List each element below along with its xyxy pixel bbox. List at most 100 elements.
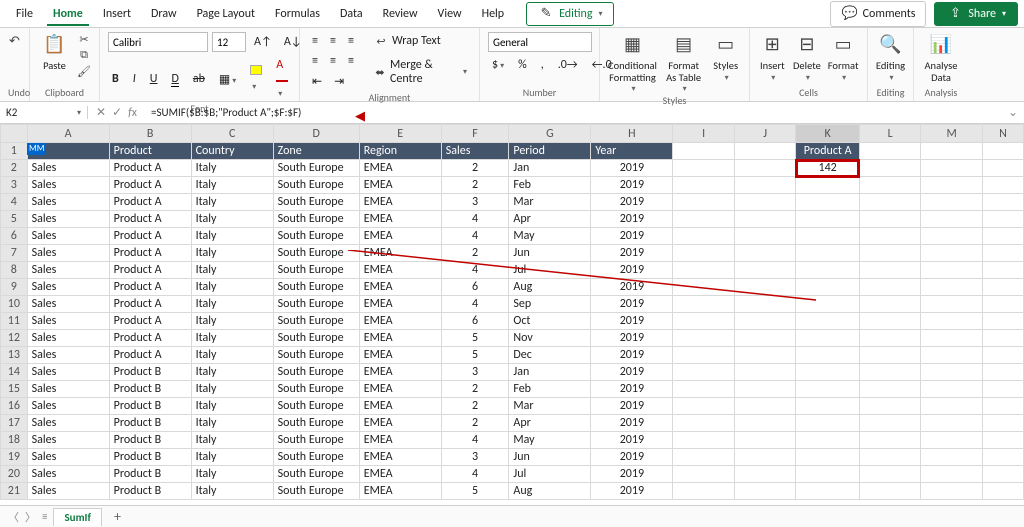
cell[interactable] — [921, 296, 983, 313]
row-header[interactable]: 7 — [1, 245, 28, 262]
cell[interactable] — [921, 483, 983, 500]
cell[interactable]: Period — [509, 143, 591, 160]
table-row[interactable]: 12SalesProduct AItalySouth EuropeEMEA5No… — [1, 330, 1024, 347]
cell[interactable] — [796, 381, 860, 398]
tab-home[interactable]: Home — [43, 3, 93, 25]
cell[interactable] — [982, 296, 1023, 313]
font-color-button[interactable]: A▾ — [272, 56, 292, 102]
cell[interactable]: Italy — [191, 415, 273, 432]
tab-page-layout[interactable]: Page Layout — [187, 3, 265, 25]
cell[interactable]: 3 — [441, 449, 509, 466]
cell[interactable]: EMEA — [359, 330, 441, 347]
cell[interactable] — [859, 143, 921, 160]
cell[interactable] — [673, 262, 735, 279]
cell[interactable]: Sales — [27, 398, 109, 415]
row-header[interactable]: 3 — [1, 177, 28, 194]
cell[interactable]: South Europe — [273, 432, 359, 449]
cell[interactable]: EMEA — [359, 262, 441, 279]
increase-decimal-icon[interactable]: .0→ — [554, 56, 582, 74]
cell[interactable]: 2019 — [591, 228, 673, 245]
decrease-indent-icon[interactable]: ⇤ — [308, 72, 326, 91]
cell[interactable] — [734, 415, 796, 432]
cell[interactable]: Product B — [109, 432, 191, 449]
cell[interactable]: Sales — [27, 160, 109, 177]
cell[interactable] — [673, 415, 735, 432]
copy-icon[interactable]: ⧉ — [77, 48, 91, 62]
cell[interactable]: Jan — [509, 364, 591, 381]
cell[interactable] — [921, 177, 983, 194]
cell[interactable]: Italy — [191, 398, 273, 415]
row-header[interactable]: 16 — [1, 398, 28, 415]
cell[interactable]: Mar — [509, 194, 591, 211]
cell[interactable] — [921, 160, 983, 177]
cell[interactable] — [673, 449, 735, 466]
cell[interactable] — [859, 194, 921, 211]
add-sheet-icon[interactable]: + — [108, 508, 127, 525]
cell[interactable] — [982, 483, 1023, 500]
cell[interactable] — [859, 398, 921, 415]
cell[interactable] — [982, 449, 1023, 466]
conditional-formatting-button[interactable]: ▦ Conditional Formatting▾ — [608, 32, 657, 94]
cell[interactable]: 6 — [441, 313, 509, 330]
cell[interactable]: 2019 — [591, 279, 673, 296]
cell[interactable]: Oct — [509, 313, 591, 330]
cell[interactable]: Sep — [509, 296, 591, 313]
cell[interactable] — [673, 177, 735, 194]
cell[interactable]: Product A — [109, 211, 191, 228]
cell[interactable]: South Europe — [273, 194, 359, 211]
cell[interactable] — [796, 364, 860, 381]
cell[interactable]: Sales — [27, 262, 109, 279]
cell[interactable] — [859, 415, 921, 432]
col-E[interactable]: E — [359, 125, 441, 143]
cell[interactable]: Sales — [27, 279, 109, 296]
cell[interactable] — [734, 211, 796, 228]
cell[interactable]: 2019 — [591, 483, 673, 500]
editing-button[interactable]: 🔍 Editing▾ — [876, 32, 905, 82]
cell[interactable]: 2019 — [591, 160, 673, 177]
cell[interactable]: 2019 — [591, 313, 673, 330]
cell[interactable]: EMEA — [359, 483, 441, 500]
cell[interactable] — [859, 228, 921, 245]
cell[interactable] — [796, 432, 860, 449]
table-row[interactable]: 5SalesProduct AItalySouth EuropeEMEA4Apr… — [1, 211, 1024, 228]
cell[interactable]: 2019 — [591, 211, 673, 228]
col-B[interactable]: B — [109, 125, 191, 143]
cancel-formula-icon[interactable]: ✕ — [96, 105, 106, 120]
cell[interactable]: Product B — [109, 449, 191, 466]
cell[interactable]: Italy — [191, 228, 273, 245]
cell[interactable] — [673, 432, 735, 449]
insert-cells-button[interactable]: ⊞ Insert▾ — [758, 32, 787, 82]
cell[interactable]: Product A — [109, 194, 191, 211]
sheet-nav-next-icon[interactable]: 〉 — [25, 509, 36, 525]
cell[interactable]: 4 — [441, 432, 509, 449]
cell[interactable]: Product B — [109, 415, 191, 432]
share-button[interactable]: ⇪ Share ▾ — [934, 2, 1018, 26]
cell[interactable]: Jun — [509, 245, 591, 262]
cell[interactable]: EMEA — [359, 364, 441, 381]
cell[interactable]: 2019 — [591, 245, 673, 262]
cell[interactable]: Product B — [109, 466, 191, 483]
cell[interactable]: Product B — [109, 381, 191, 398]
tab-data[interactable]: Data — [330, 3, 373, 25]
cell[interactable] — [921, 381, 983, 398]
cell[interactable]: Italy — [191, 381, 273, 398]
cell[interactable]: Product B — [109, 483, 191, 500]
cell[interactable]: Product B — [109, 364, 191, 381]
cell[interactable]: South Europe — [273, 211, 359, 228]
cell[interactable] — [796, 483, 860, 500]
cell[interactable]: EMEA — [359, 313, 441, 330]
col-A[interactable]: A — [27, 125, 109, 143]
cell[interactable]: Italy — [191, 279, 273, 296]
cell[interactable]: South Europe — [273, 398, 359, 415]
cell[interactable] — [921, 194, 983, 211]
currency-icon[interactable]: $▾ — [488, 56, 508, 74]
cell[interactable]: EMEA — [359, 279, 441, 296]
cell[interactable]: Mar — [509, 398, 591, 415]
cell[interactable]: 6 — [441, 279, 509, 296]
bold-button[interactable]: B — [108, 70, 123, 88]
row-header[interactable]: 1 — [1, 143, 28, 160]
cell[interactable]: Jun — [509, 449, 591, 466]
cell[interactable] — [859, 279, 921, 296]
cell[interactable] — [982, 245, 1023, 262]
cell[interactable] — [982, 398, 1023, 415]
